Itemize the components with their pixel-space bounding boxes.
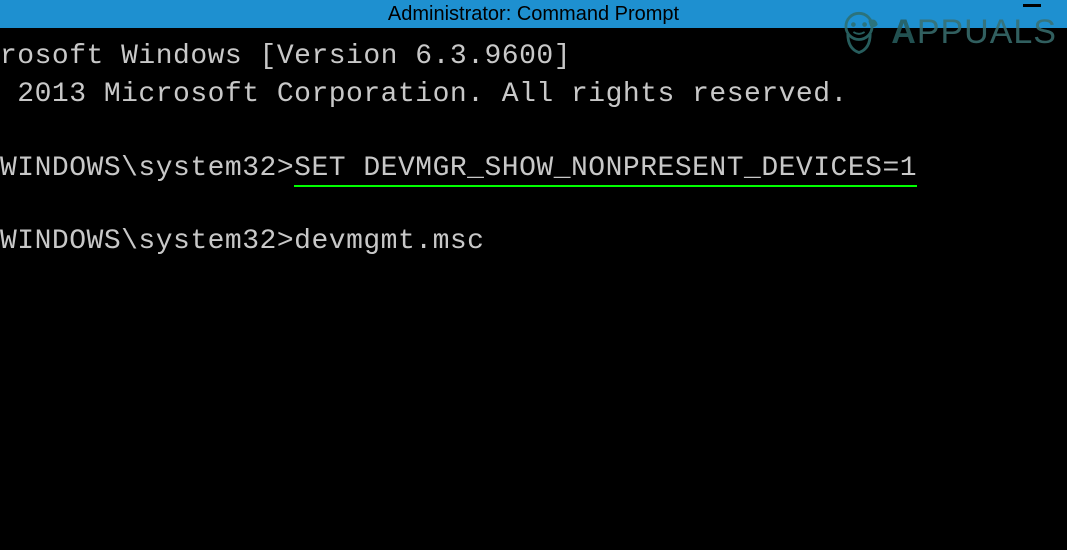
- command-line-2: WINDOWS\system32>devmgmt.msc: [0, 223, 1067, 261]
- appuals-watermark: APPUALS: [831, 4, 1057, 60]
- window-title: Administrator: Command Prompt: [388, 3, 679, 26]
- command-text-2: devmgmt.msc: [294, 226, 484, 257]
- blank-line: [0, 114, 1067, 150]
- appuals-brand-text: APPUALS: [891, 13, 1057, 52]
- appuals-logo-icon: [831, 4, 887, 60]
- command-text-1: SET DEVMGR_SHOW_NONPRESENT_DEVICES=1: [294, 153, 917, 187]
- prompt-prefix: WINDOWS\system32>: [0, 226, 294, 257]
- command-line-1: WINDOWS\system32>SET DEVMGR_SHOW_NONPRES…: [0, 150, 1067, 188]
- copyright-line: 2013 Microsoft Corporation. All rights r…: [0, 76, 1067, 114]
- blank-line: [0, 187, 1067, 223]
- prompt-prefix: WINDOWS\system32>: [0, 153, 294, 184]
- terminal-output[interactable]: rosoft Windows [Version 6.3.9600] 2013 M…: [0, 28, 1067, 261]
